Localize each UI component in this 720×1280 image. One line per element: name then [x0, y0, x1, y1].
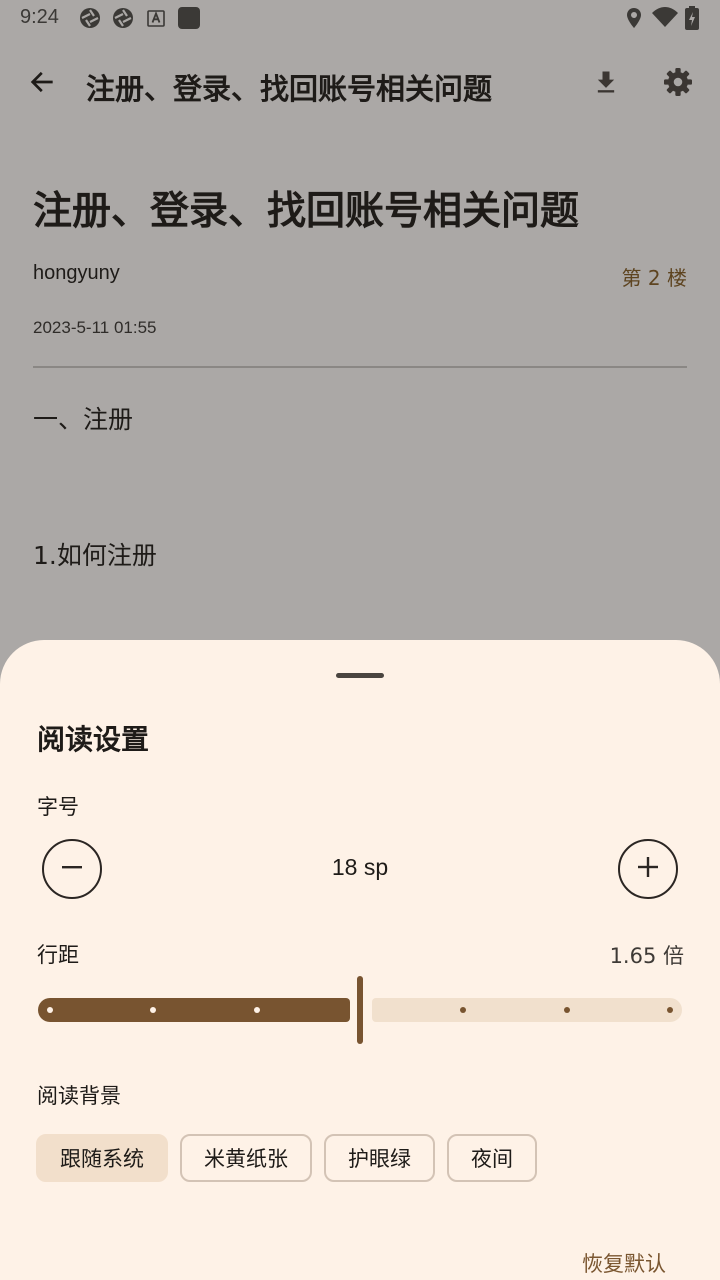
slider-tick: [563, 1007, 570, 1013]
status-bar: 9:24: [0, 0, 720, 36]
line-spacing-value: 1.65 倍: [609, 944, 684, 968]
article-paragraph: 一、注册: [33, 405, 134, 434]
article-paragraph: 1.如何注册: [33, 541, 157, 570]
restore-default-button[interactable]: 恢复默认: [582, 1248, 666, 1278]
sheet-title: 阅读设置: [37, 723, 150, 756]
aperture-icon: [111, 6, 135, 30]
chip-background-system[interactable]: 跟随系统: [36, 1134, 168, 1182]
app-bar-title: 注册、登录、找回账号相关问题: [86, 72, 493, 106]
gear-icon: [662, 66, 694, 102]
line-spacing-slider[interactable]: [38, 976, 682, 1046]
post-date: 2023-5-11 01:55: [33, 318, 157, 337]
slider-thumb[interactable]: [357, 976, 363, 1044]
slider-track-active: [38, 998, 350, 1022]
wifi-icon: [651, 6, 679, 30]
reading-settings-sheet: 阅读设置 字号 18 sp 行距 1.65 倍 阅读背景 跟随系统 米黄纸张 护…: [0, 640, 720, 1280]
chip-background-night[interactable]: 夜间: [447, 1134, 537, 1182]
plus-icon: [636, 855, 660, 883]
divider: [33, 366, 687, 368]
aperture-icon: [78, 6, 102, 30]
minus-icon: [60, 855, 84, 883]
square-app-icon: [177, 6, 201, 30]
slider-tick: [47, 1007, 53, 1013]
status-time: 9:24: [20, 6, 59, 28]
article-title: 注册、登录、找回账号相关问题: [33, 189, 580, 234]
back-button[interactable]: [20, 62, 64, 106]
slider-track-inactive: [372, 998, 682, 1022]
font-size-value: 18 sp: [331, 854, 389, 880]
font-a-icon: [144, 6, 168, 30]
app-bar: 注册、登录、找回账号相关问题: [0, 50, 720, 118]
font-size-label: 字号: [37, 795, 79, 819]
floor-number: 第 2 楼: [621, 266, 687, 290]
background-label: 阅读背景: [37, 1084, 121, 1108]
background-chip-group: 跟随系统 米黄纸张 护眼绿 夜间: [36, 1134, 537, 1182]
increase-font-button[interactable]: [618, 839, 678, 899]
chip-background-paper[interactable]: 米黄纸张: [180, 1134, 312, 1182]
download-button[interactable]: [584, 62, 628, 106]
battery-charging-icon: [683, 6, 701, 30]
arrow-left-icon: [28, 68, 56, 100]
slider-tick: [667, 1007, 673, 1013]
settings-button[interactable]: [656, 62, 700, 106]
author-name[interactable]: hongyuny: [33, 262, 120, 285]
drag-handle[interactable]: [336, 673, 384, 678]
line-spacing-label: 行距: [37, 943, 79, 967]
chip-background-green[interactable]: 护眼绿: [324, 1134, 435, 1182]
decrease-font-button[interactable]: [42, 839, 102, 899]
slider-tick: [253, 1007, 260, 1013]
download-icon: [592, 68, 620, 100]
location-icon: [622, 6, 646, 30]
